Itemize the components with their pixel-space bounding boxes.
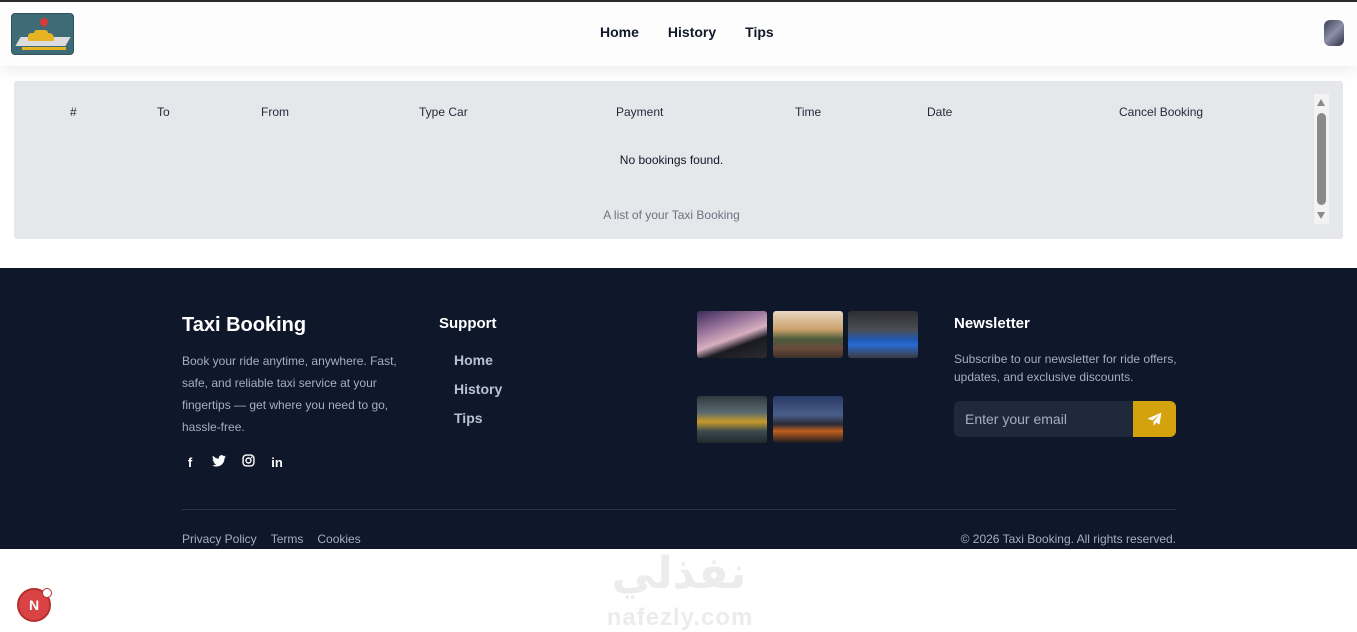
newsletter-submit-button[interactable] <box>1133 401 1176 437</box>
column-header-date: Date <box>927 105 953 119</box>
user-avatar[interactable] <box>1324 20 1344 46</box>
watermark-arabic: نفذلي <box>611 549 747 598</box>
linkedin-icon[interactable]: in <box>269 455 285 470</box>
footer-divider <box>182 509 1176 510</box>
nav-home-link[interactable]: Home <box>600 24 639 40</box>
newsletter-heading: Newsletter <box>954 315 1030 332</box>
column-header-to: To <box>157 105 170 119</box>
terms-link[interactable]: Terms <box>271 532 304 546</box>
gallery-image-parking[interactable] <box>697 396 767 443</box>
gallery-image-blue-car[interactable] <box>848 311 918 358</box>
paper-plane-icon <box>1147 412 1162 426</box>
nav-history-link[interactable]: History <box>668 24 716 40</box>
facebook-icon[interactable]: f <box>182 455 198 470</box>
newsletter-email-input[interactable] <box>954 401 1133 437</box>
footer-history-link[interactable]: History <box>454 381 502 410</box>
watermark-latin: nafezly.com <box>606 604 754 631</box>
logo-strip-shape <box>22 47 66 50</box>
copyright-text: © 2026 Taxi Booking. All rights reserved… <box>960 532 1176 546</box>
column-header-time: Time <box>795 105 822 119</box>
column-header-payment: Payment <box>616 105 664 119</box>
footer-brand-title: Taxi Booking <box>182 314 307 336</box>
newsletter-description: Subscribe to our newsletter for ride off… <box>954 352 1177 384</box>
support-links: Home History Tips <box>454 352 502 439</box>
newsletter-form <box>954 401 1176 437</box>
scroll-up-arrow-icon[interactable] <box>1317 99 1325 106</box>
logo-car-roof-shape <box>34 30 48 35</box>
column-header-number: # <box>70 105 77 119</box>
column-header-from: From <box>261 105 289 119</box>
instagram-icon[interactable] <box>240 454 256 470</box>
gallery-image-night-car[interactable] <box>773 396 843 443</box>
table-caption: A list of your Taxi Booking <box>603 208 740 222</box>
privacy-policy-link[interactable]: Privacy Policy <box>182 532 257 546</box>
column-header-type-car: Type Car <box>419 105 468 119</box>
table-scrollbar[interactable] <box>1314 94 1329 224</box>
main-nav: Home History Tips <box>600 24 774 40</box>
legal-links: Privacy Policy Terms Cookies <box>182 532 361 546</box>
gallery-image-car-interior[interactable] <box>697 311 767 358</box>
cookies-link[interactable]: Cookies <box>317 532 360 546</box>
badge-notification-dot <box>42 588 52 598</box>
footer-brand-description: Book your ride anytime, anywhere. Fast, … <box>182 354 397 434</box>
footer-home-link[interactable]: Home <box>454 352 502 381</box>
support-heading: Support <box>439 315 497 332</box>
top-navbar: Home History Tips <box>0 0 1357 66</box>
column-header-cancel-booking: Cancel Booking <box>1119 105 1204 119</box>
scroll-down-arrow-icon[interactable] <box>1317 212 1325 219</box>
empty-bookings-message: No bookings found. <box>619 153 724 167</box>
footer-tips-link[interactable]: Tips <box>454 410 502 439</box>
gallery-image-red-car[interactable] <box>773 311 843 358</box>
logo-map-pin-icon <box>38 16 50 28</box>
scroll-thumb[interactable] <box>1317 113 1326 205</box>
taxi-logo[interactable] <box>11 13 74 55</box>
bookings-table: # To From Type Car Payment Time Date Can… <box>14 81 1343 239</box>
social-links: f in <box>182 454 285 470</box>
twitter-icon[interactable] <box>211 454 227 470</box>
site-footer: Taxi Booking Book your ride anytime, any… <box>0 268 1357 549</box>
nav-tips-link[interactable]: Tips <box>745 24 774 40</box>
